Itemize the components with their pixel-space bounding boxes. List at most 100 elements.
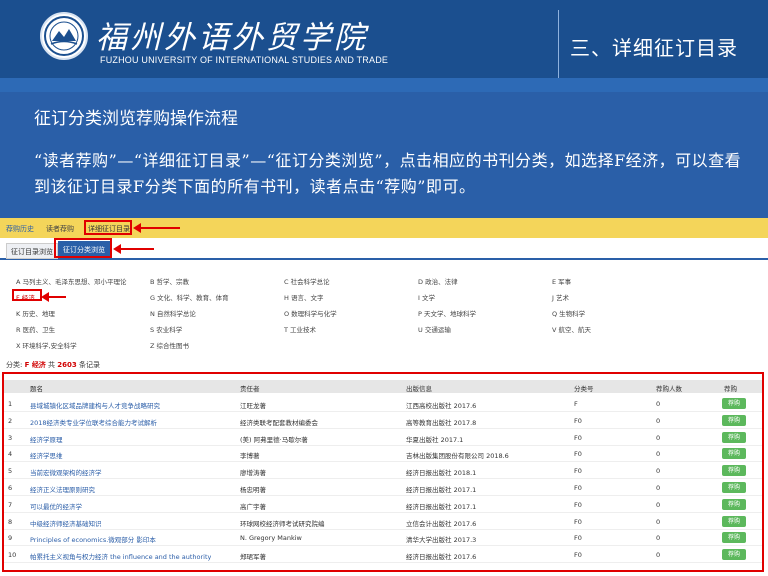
col-buy: 荐购	[724, 385, 737, 393]
category-link[interactable]: Z 综合性图书	[150, 340, 189, 350]
col-publication: 出版信息	[406, 385, 432, 393]
book-publication: 经济日报出版社 2017.1	[406, 486, 477, 494]
row-number: 6	[8, 484, 13, 492]
book-author: 廖增涛著	[240, 469, 266, 478]
table-row: 5 当前宏微观架构的经济学 廖增涛著 经济日报出版社 2018.1 F0 0 荐购	[4, 463, 762, 480]
category-link[interactable]: S 农业科学	[150, 324, 182, 334]
category-link[interactable]: B 哲学、宗教	[150, 276, 189, 286]
book-title-link[interactable]: 县域城镇化区域品牌建构与人才竞争战略研究	[30, 400, 160, 410]
category-link[interactable]: H 语言、文字	[284, 292, 323, 302]
category-link[interactable]: X 环境科学,安全科学	[16, 340, 77, 350]
highlight-box	[54, 238, 112, 258]
table-row: 4 经济学思维 李博著 吉林出版集团股份有限公司 2018.6 F0 0 荐购	[4, 446, 762, 463]
book-author: 环球网校经济师考试研究院编	[240, 519, 325, 528]
category-link[interactable]: R 医药、卫生	[16, 324, 55, 334]
tab-catalog-browse[interactable]: 征订目录浏览	[6, 243, 58, 259]
book-publication: 高等教育出版社 2017.8	[406, 418, 477, 427]
recommend-button[interactable]: 荐购	[722, 532, 746, 544]
recommend-button[interactable]: 荐购	[722, 482, 746, 493]
category-link[interactable]: K 历史、地理	[16, 308, 55, 318]
recommend-button[interactable]: 荐购	[722, 515, 746, 527]
highlight-box	[84, 220, 132, 235]
book-title-link[interactable]: 可以最优的经济学	[30, 501, 82, 511]
table-header: 题名 责任者 出版信息 分类号 荐购人数 荐购	[4, 380, 762, 393]
recommend-button[interactable]: 荐购	[722, 465, 746, 477]
table-row: 7 可以最优的经济学 高广宇著 经济日报出版社 2017.1 F0 0 荐购	[4, 497, 762, 513]
col-count: 荐购人数	[656, 385, 682, 393]
recommend-count: 0	[656, 484, 661, 492]
book-class: F	[574, 400, 578, 408]
header-stripe	[0, 78, 768, 92]
book-class: F0	[574, 534, 582, 543]
summary-suffix: 条记录	[76, 361, 100, 369]
category-link[interactable]: D 政治、法律	[418, 276, 458, 286]
category-link[interactable]: J 艺术	[552, 292, 569, 302]
row-number: 4	[8, 450, 13, 459]
table-row: 2 2018经济类专业学位联考综合能力考试解析 经济类联考配套教材编委会 高等教育出版…	[4, 413, 762, 429]
nav-item-recommend[interactable]: 读者荐购	[46, 224, 74, 234]
arrow-left-icon	[113, 244, 154, 254]
arrow-left-icon	[133, 223, 180, 233]
book-author: 经济类联考配套教材编委会	[240, 418, 318, 427]
book-class: F0	[574, 433, 582, 442]
category-link[interactable]: G 文化、科学、教育、体育	[150, 292, 229, 302]
book-title-link[interactable]: 帕累托主义视角与权力经济 the influence and the autho…	[30, 551, 211, 561]
book-publication: 江西高校出版社 2017.6	[406, 402, 477, 410]
category-link[interactable]: E 军事	[552, 276, 571, 286]
category-link[interactable]: N 自然科学总论	[150, 308, 196, 318]
school-logo	[40, 12, 88, 60]
table-row: 3 经济学原理 (美) 阿弗里德·马歇尔著 华夏出版社 2017.1 F0 0 荐购	[4, 430, 762, 446]
book-class: F0	[574, 500, 582, 509]
book-title-link[interactable]: 2018经济类专业学位联考综合能力考试解析	[30, 417, 157, 427]
nav-item-history[interactable]: 荐购历史	[6, 224, 34, 234]
category-link[interactable]: U 交通运输	[418, 324, 451, 334]
table-row: 8 中级经济师经济基础知识 环球网校经济师考试研究院编 立信会计出版社 2017.6 F…	[4, 514, 762, 530]
book-author: (美) 阿弗里德·马歇尔著	[240, 435, 308, 444]
category-link[interactable]: Q 生物科学	[552, 308, 585, 318]
book-title-link[interactable]: 当前宏微观架构的经济学	[30, 467, 102, 477]
book-class: F0	[574, 416, 582, 425]
recommend-count: 0	[656, 450, 661, 459]
book-class: F0	[574, 551, 582, 560]
recommend-button[interactable]: 荐购	[722, 414, 746, 426]
category-link[interactable]: O 数理科学与化学	[284, 308, 337, 318]
category-link[interactable]: V 航空、航天	[552, 324, 591, 334]
recommend-button[interactable]: 荐购	[722, 498, 746, 510]
intro-title: 征订分类浏览荐购操作流程	[34, 109, 238, 129]
slide-header: 福州外语外贸学院 FUZHOU UNIVERSITY OF INTERNATIO…	[0, 0, 768, 92]
book-publication: 清华大学出版社 2017.3	[406, 536, 477, 545]
arrow-left-icon	[41, 292, 66, 302]
recommend-count: 0	[656, 467, 661, 476]
table-row: 10 帕累托主义视角与权力经济 the influence and the aut…	[4, 547, 762, 564]
book-publication: 华夏出版社 2017.1	[406, 435, 464, 444]
book-title-link[interactable]: 中级经济师经济基础知识	[30, 518, 102, 528]
recommend-button[interactable]: 荐购	[722, 448, 746, 460]
category-link[interactable]: P 天文学、地球科学	[418, 308, 476, 318]
table-row: 1 县域城镇化区域品牌建构与人才竞争战略研究 江旺龙著 江西高校出版社 2017.6 F…	[4, 396, 762, 412]
book-title-link[interactable]: Principles of economics.微观部分 影印本	[30, 534, 156, 544]
category-link[interactable]: I 文学	[418, 292, 435, 302]
recommend-button[interactable]: 荐购	[722, 398, 746, 409]
recommend-button[interactable]: 荐购	[722, 431, 746, 443]
top-nav: 荐购历史 读者荐购 详细征订目录	[0, 218, 768, 238]
book-publication: 经济日报出版社 2017.1	[406, 502, 477, 511]
row-number: 10	[8, 551, 17, 560]
recommend-button[interactable]: 荐购	[722, 549, 746, 561]
book-title-link[interactable]: 经济学思维	[30, 450, 63, 460]
book-author: 杨忠明著	[240, 486, 266, 494]
summary-mid: 共	[45, 361, 58, 369]
book-author: 郑珺军著	[240, 553, 266, 562]
section-title: 三、详细征订目录	[570, 36, 738, 60]
summary-category: F 经济	[24, 361, 46, 369]
school-name-cn: 福州外语外贸学院	[96, 20, 368, 56]
recommend-count: 0	[656, 534, 661, 543]
category-link[interactable]: C 社会科学总论	[284, 276, 330, 286]
book-publication: 经济日报出版社 2018.1	[406, 469, 477, 478]
row-number: 1	[8, 400, 13, 408]
book-title-link[interactable]: 经济正义法理原则研究	[30, 484, 95, 494]
category-link[interactable]: A 马列主义、毛泽东思想、邓小平理论	[16, 276, 127, 286]
book-title-link[interactable]: 经济学原理	[30, 434, 63, 444]
category-link[interactable]: T 工业技术	[284, 324, 316, 334]
book-class: F0	[574, 450, 582, 459]
book-class: F0	[574, 484, 582, 492]
